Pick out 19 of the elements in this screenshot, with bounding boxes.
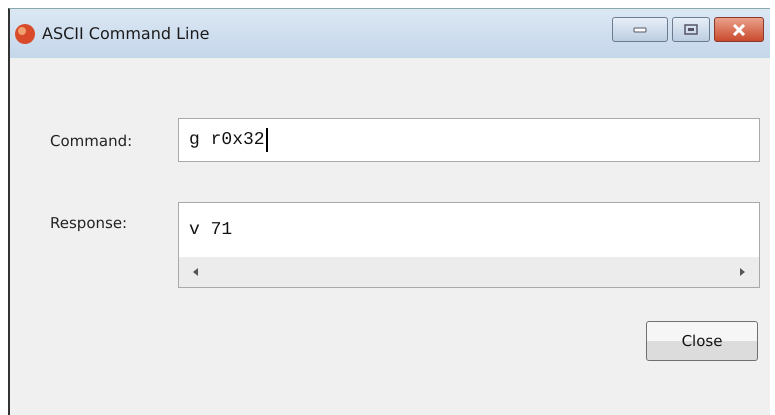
close-icon — [731, 24, 747, 36]
field-value: g r0x32 — [189, 130, 265, 150]
close-button[interactable] — [714, 17, 764, 42]
text-cursor — [266, 128, 268, 152]
close-dialog-button[interactable]: Close — [646, 321, 758, 361]
maximize-button[interactable] — [672, 17, 710, 42]
field-value: v 71 — [189, 220, 232, 240]
command-field[interactable]: g r0x32 — [178, 118, 760, 162]
window-title: ASCII Command Line — [42, 24, 210, 43]
scroll-left-icon[interactable] — [193, 268, 199, 276]
maximize-icon — [684, 24, 698, 35]
app-icon — [14, 22, 36, 44]
horizontal-scrollbar[interactable] — [179, 257, 759, 287]
response-field[interactable]: v 71 — [178, 202, 760, 288]
minimize-icon — [633, 26, 647, 32]
field-label: Command: — [50, 131, 134, 150]
field-label: Response: — [50, 213, 128, 232]
scroll-right-icon[interactable] — [739, 268, 745, 276]
minimize-button[interactable] — [612, 17, 668, 42]
